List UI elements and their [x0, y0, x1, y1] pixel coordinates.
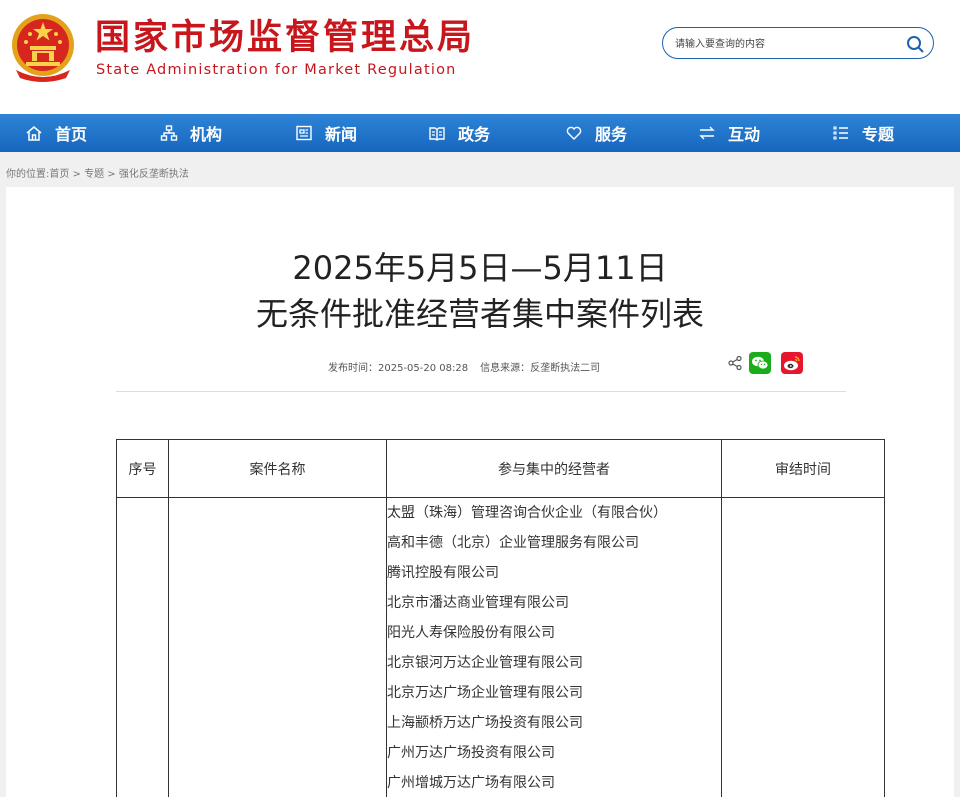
cell-case-name [168, 497, 387, 797]
site-subtitle: State Administration for Market Regulati… [96, 62, 457, 78]
exchange-icon [699, 126, 715, 140]
nav-label: 机构 [190, 125, 223, 144]
breadcrumb-antitrust-link[interactable]: 强化反垄断执法 [119, 169, 189, 180]
party-name: 广州增城万达广场有限公司 [387, 775, 555, 791]
party-name: 北京银河万达企业管理有限公司 [387, 655, 583, 671]
wechat-icon[interactable] [749, 352, 771, 374]
main-nav: 首页 机构 新闻 政务 服务 互动 专题 [0, 114, 960, 152]
article-title-line2: 无条件批准经营者集中案件列表 [255, 295, 704, 333]
party-name: 太盟（珠海）管理咨询合伙企业（有限合伙） [387, 505, 667, 521]
national-emblem-icon[interactable] [10, 12, 76, 82]
nav-item-service[interactable]: 服务 [565, 114, 627, 152]
breadcrumb-prefix: 你的位置: [6, 169, 50, 180]
nav-label: 首页 [55, 125, 88, 144]
topic-icon [833, 126, 848, 140]
nav-item-gov[interactable]: 政务 [428, 114, 490, 152]
cell-index [116, 497, 169, 797]
party-name: 上海颛桥万达广场投资有限公司 [387, 715, 583, 731]
breadcrumb-separator: > [104, 169, 119, 180]
column-header-case-name: 案件名称 [168, 439, 387, 498]
nav-label: 新闻 [325, 125, 358, 144]
column-header-parties: 参与集中的经营者 [386, 439, 722, 498]
article-title: 2025年5月5日—5月11日 无条件批准经营者集中案件列表 [6, 245, 954, 337]
party-name: 阳光人寿保险股份有限公司 [387, 625, 555, 641]
nav-item-topic[interactable]: 专题 [832, 114, 894, 152]
table-header-row: 序号 案件名称 参与集中的经营者 审结时间 [116, 439, 885, 498]
home-icon [26, 126, 42, 141]
party-name: 北京市潘达商业管理有限公司 [387, 595, 569, 611]
search-icon[interactable] [905, 34, 925, 54]
search-box [662, 27, 934, 59]
breadcrumb-home-link[interactable]: 首页 [49, 169, 69, 180]
breadcrumb: 你的位置:首页 > 专题 > 强化反垄断执法 [6, 165, 189, 180]
party-name: 高和丰德（北京）企业管理服务有限公司 [387, 535, 639, 551]
article-card: 2025年5月5日—5月11日 无条件批准经营者集中案件列表 发布时间：2025… [6, 187, 954, 797]
news-icon [296, 125, 312, 141]
heart-icon [566, 126, 582, 140]
weibo-icon[interactable] [781, 352, 803, 374]
cell-date [721, 497, 885, 797]
table-row: 太盟（珠海）管理咨询合伙企业（有限合伙） 高和丰德（北京）企业管理服务有限公司 … [116, 497, 885, 797]
publish-label: 发布时间： [328, 363, 378, 374]
org-icon [160, 125, 178, 141]
site-header: 国家市场监督管理总局 State Administration for Mark… [0, 0, 960, 114]
case-table: 序号 案件名称 参与集中的经营者 审结时间 太盟（珠海）管理咨询合伙企业（有限合… [116, 439, 885, 797]
nav-label: 互动 [728, 125, 761, 144]
article-title-line1: 2025年5月5日—5月11日 [292, 249, 668, 287]
share-icon[interactable] [727, 355, 743, 371]
source-label: 信息来源： [480, 363, 531, 374]
nav-label: 政务 [458, 125, 491, 144]
publish-time: 2025-05-20 08:28 [378, 363, 469, 374]
nav-label: 服务 [595, 125, 628, 144]
column-header-index: 序号 [116, 439, 169, 498]
meta-divider [116, 391, 846, 392]
column-header-date: 审结时间 [721, 439, 885, 498]
breadcrumb-separator: > [69, 169, 85, 180]
search-input[interactable] [675, 34, 895, 54]
party-name: 腾讯控股有限公司 [387, 565, 499, 581]
gov-icon [429, 127, 445, 141]
source-value: 反垄断执法二司 [530, 363, 601, 374]
nav-item-news[interactable]: 新闻 [295, 114, 357, 152]
nav-item-home[interactable]: 首页 [25, 114, 87, 152]
nav-label: 专题 [862, 125, 895, 144]
cell-parties: 太盟（珠海）管理咨询合伙企业（有限合伙） 高和丰德（北京）企业管理服务有限公司 … [386, 497, 722, 797]
nav-item-org[interactable]: 机构 [160, 114, 222, 152]
breadcrumb-topic-link[interactable]: 专题 [84, 169, 104, 180]
party-name: 北京万达广场企业管理有限公司 [387, 685, 583, 701]
party-name: 广州万达广场投资有限公司 [387, 745, 555, 761]
article-meta: 发布时间：2025-05-20 08:28 信息来源：反垄断执法二司 [328, 359, 600, 374]
site-title[interactable]: 国家市场监督管理总局 [95, 18, 475, 58]
nav-item-interact[interactable]: 互动 [698, 114, 760, 152]
